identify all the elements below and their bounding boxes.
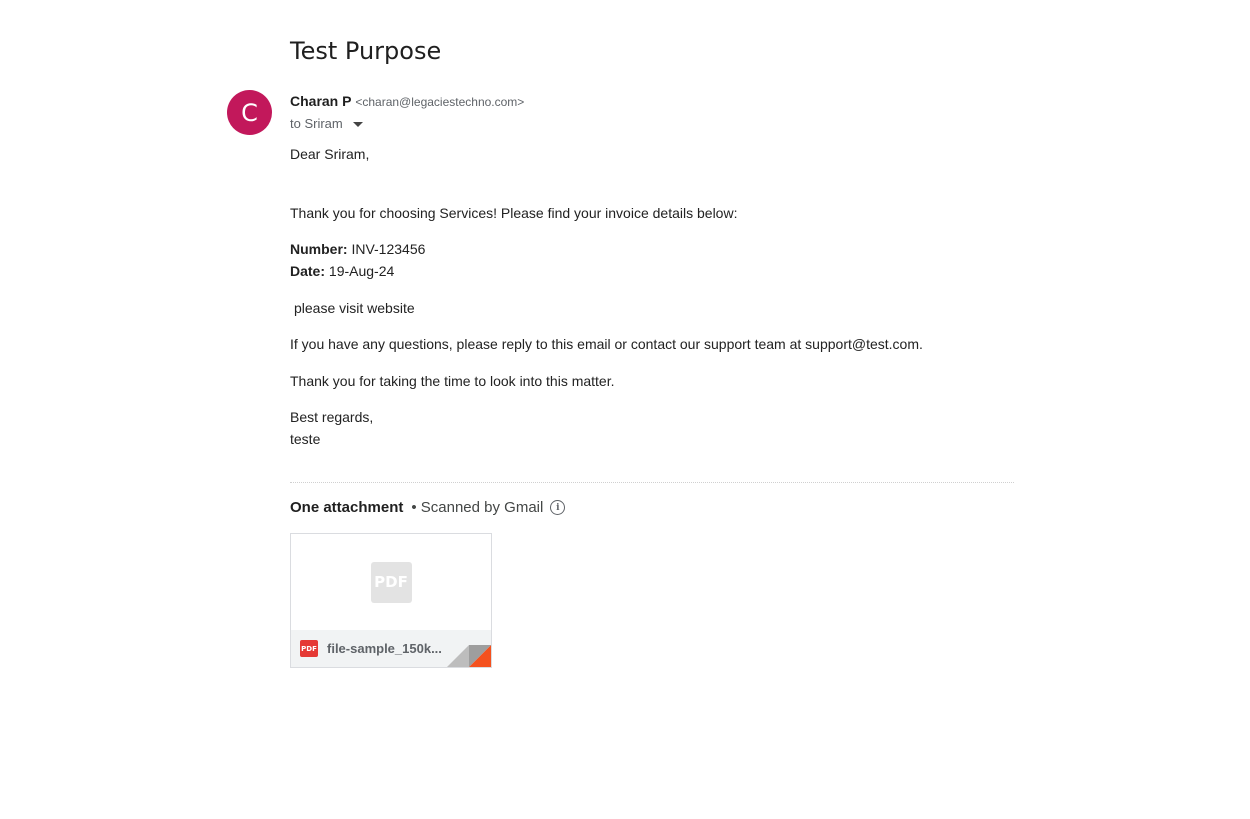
body-greeting: Dear Sriram,: [290, 146, 370, 162]
attachment-file-name[interactable]: file-sample_150k...: [327, 641, 442, 656]
body-intro: Thank you for choosing Services! Please …: [290, 205, 738, 221]
scanned-by-gmail: • Scanned by Gmail: [411, 499, 544, 516]
sender-name[interactable]: Charan P: [290, 93, 351, 109]
invoice-number-line: Number: INV-123456: [290, 241, 425, 257]
body-thanks: Thank you for taking the time to look in…: [290, 373, 615, 389]
attachment-preview[interactable]: PDF: [291, 534, 491, 630]
recipient-details-toggle[interactable]: to Sriram: [290, 116, 363, 131]
info-icon[interactable]: i: [550, 500, 566, 515]
body-signoff: Best regards,: [290, 409, 374, 425]
body-questions: If you have any questions, please reply …: [290, 336, 923, 352]
body-signature: teste: [290, 431, 321, 447]
caret-down-icon[interactable]: [352, 122, 363, 127]
body-visit-website: please visit website: [294, 300, 415, 316]
invoice-date-line: Date: 19-Aug-24: [290, 263, 394, 279]
sender-email: <charan@legaciestechno.com>: [355, 95, 525, 109]
invoice-date-value: 19-Aug-24: [328, 263, 395, 279]
pdf-icon: PDF: [300, 640, 318, 657]
sender-avatar[interactable]: C: [227, 90, 272, 135]
email-view: Test Purpose C Charan P <charan@legacies…: [0, 0, 1250, 819]
email-subject: Test Purpose: [290, 37, 442, 65]
attachments-divider: [290, 482, 1014, 483]
folded-corner-icon: [447, 645, 491, 667]
invoice-date-label: Date:: [290, 263, 326, 279]
attachments-count: One attachment: [290, 499, 404, 516]
sender-line: Charan P <charan@legaciestechno.com>: [290, 93, 524, 109]
invoice-number-value: INV-123456: [351, 241, 426, 257]
attachments-header: One attachment • Scanned by Gmail i: [290, 499, 566, 516]
pdf-preview-icon: PDF: [370, 561, 412, 603]
recipient-line: to Sriram: [290, 116, 343, 131]
attachment-card[interactable]: PDF PDF file-sample_150k...: [290, 533, 492, 668]
invoice-number-label: Number:: [290, 241, 348, 257]
